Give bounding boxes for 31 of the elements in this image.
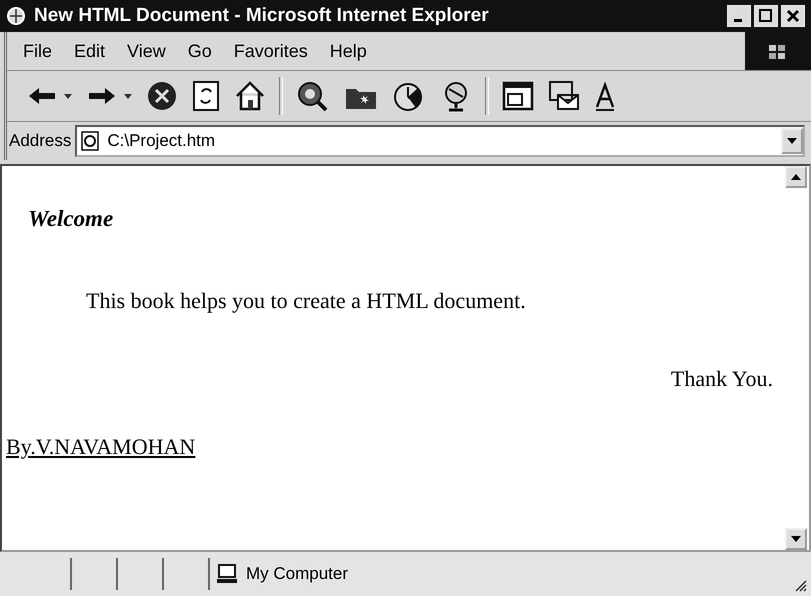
- zone-label: My Computer: [246, 564, 348, 584]
- close-button[interactable]: [781, 5, 805, 27]
- page-icon: [79, 130, 102, 152]
- scroll-up-icon[interactable]: [785, 166, 807, 188]
- address-label: Address: [8, 131, 72, 151]
- computer-icon: [216, 563, 240, 585]
- closing-text: Thank You.: [670, 366, 773, 392]
- mail-icon[interactable]: [547, 79, 581, 113]
- resize-grip-icon[interactable]: [793, 578, 807, 592]
- refresh-icon[interactable]: [191, 79, 221, 113]
- minimize-button[interactable]: [727, 5, 751, 27]
- caret-icon[interactable]: [63, 92, 73, 100]
- globe-page-icon: [6, 6, 26, 26]
- caret-icon[interactable]: [123, 92, 133, 100]
- stop-icon[interactable]: [145, 79, 179, 113]
- menu-item[interactable]: View: [127, 40, 166, 62]
- page-heading: Welcome: [27, 206, 114, 232]
- window-title: New HTML Document - Microsoft Internet Explorer: [34, 5, 490, 27]
- menu-item[interactable]: Go: [188, 40, 212, 62]
- window-icon[interactable]: [501, 79, 535, 113]
- menu-item[interactable]: Edit: [74, 40, 106, 62]
- maximize-button[interactable]: [754, 5, 778, 27]
- address-field[interactable]: C:\Project.htm: [75, 125, 805, 157]
- font-icon[interactable]: [593, 79, 617, 113]
- vertical-scrollbar[interactable]: [785, 166, 809, 550]
- menu-item[interactable]: Favorites: [234, 40, 308, 62]
- scroll-down-icon[interactable]: [785, 528, 807, 550]
- author-link[interactable]: By.V.NAVAMOHAN: [6, 434, 196, 460]
- menu-item[interactable]: Help: [330, 40, 367, 62]
- menu-item[interactable]: File: [23, 40, 52, 62]
- page-paragraph: This book helps you to create a HTML document.: [85, 288, 527, 314]
